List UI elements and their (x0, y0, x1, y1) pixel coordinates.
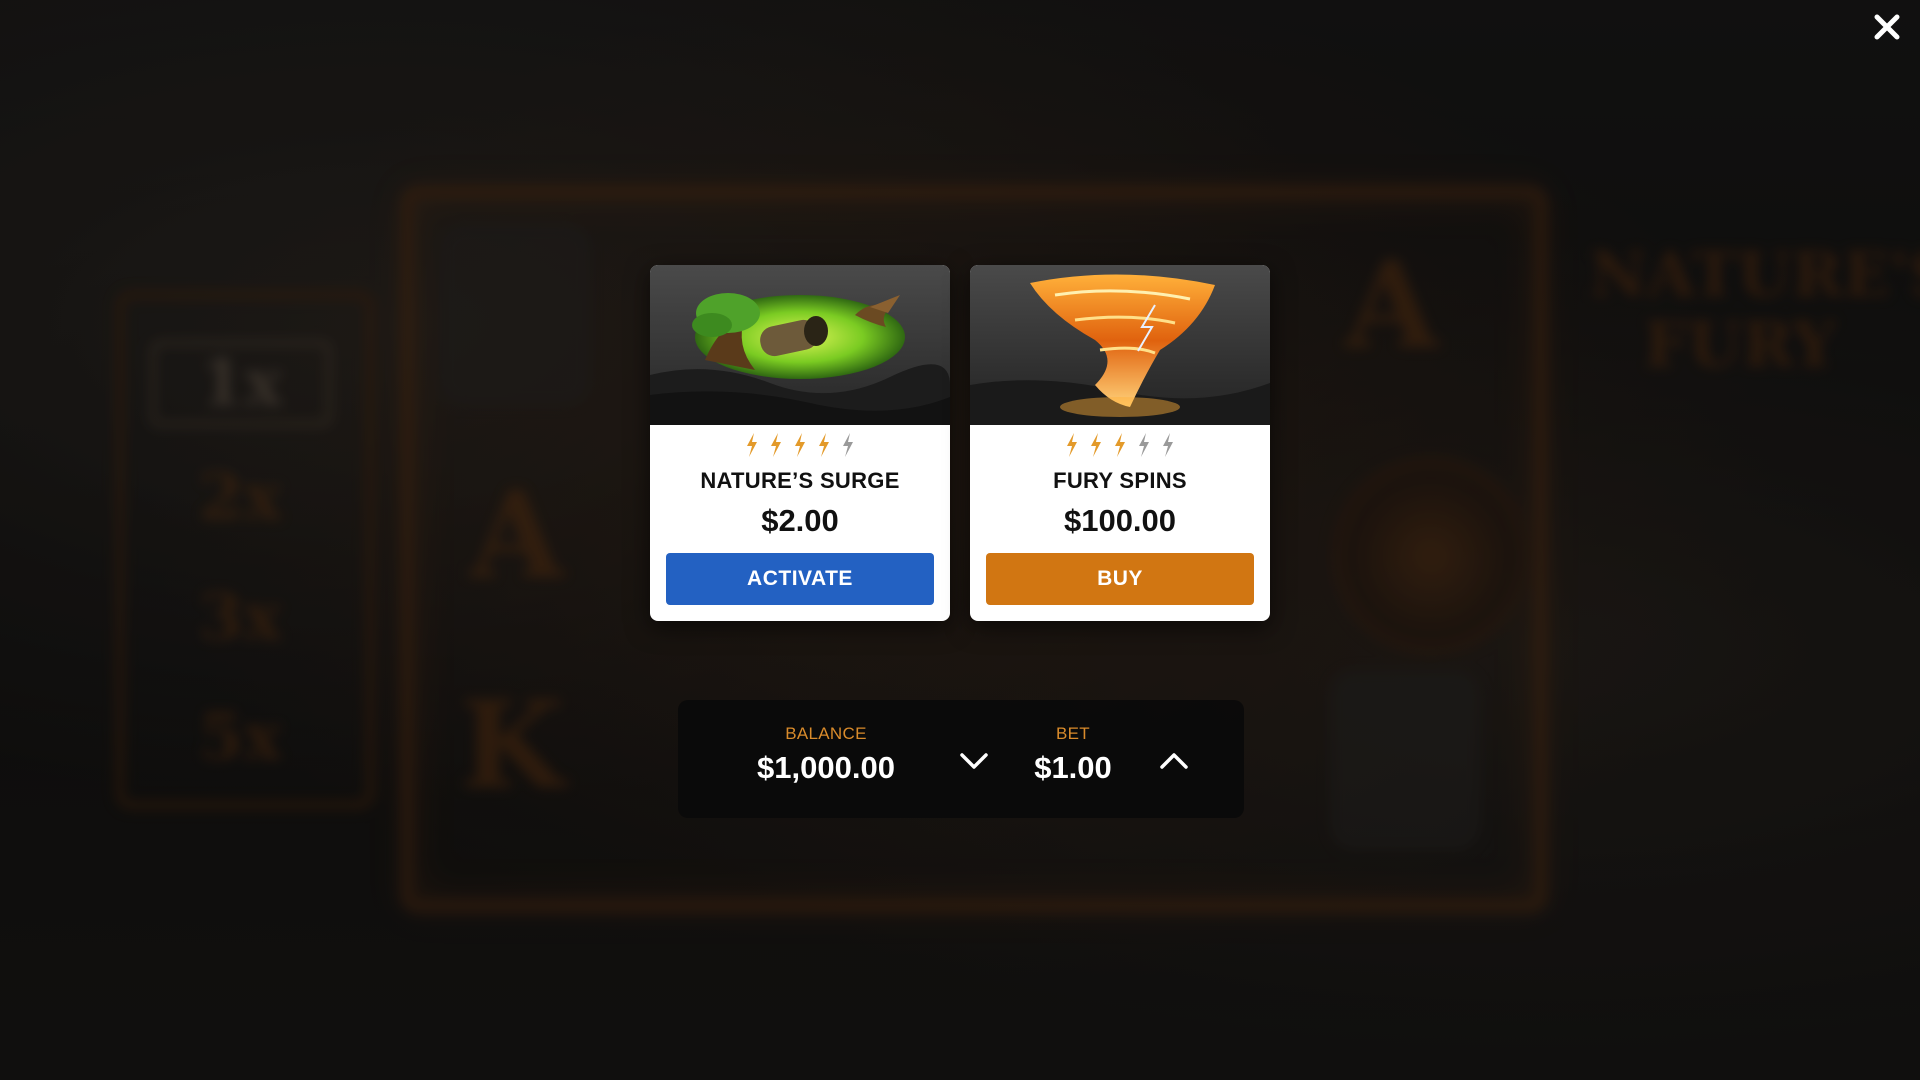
lightning-bolt-icon (1161, 433, 1175, 462)
lightning-bolt-icon (817, 433, 831, 462)
game-screen: 1x 2x 3x 5x A A K NATURE'S FURY NATURE’S… (0, 0, 1920, 1080)
lightning-bolt-icon (1113, 433, 1127, 462)
lightning-bolt-icon (745, 433, 759, 462)
lightning-bolt-icon (769, 433, 783, 462)
natures-surge-image (650, 265, 950, 425)
balance-display: BALANCE $1,000.00 (726, 724, 926, 786)
feature-card-fury-spins: FURY SPINS $100.00 BUY (970, 265, 1270, 621)
card-price: $2.00 (761, 503, 839, 538)
fury-spins-image (970, 265, 1270, 425)
bet-display: BET $1.00 (1008, 724, 1138, 786)
lightning-bolt-icon (841, 433, 855, 462)
chevron-up-icon (1160, 753, 1188, 769)
overlay-dim (0, 0, 1920, 1080)
balance-label: BALANCE (785, 724, 867, 743)
chevron-down-icon (960, 753, 988, 769)
bet-increase-button[interactable] (1156, 746, 1192, 776)
feature-card-natures-surge: NATURE’S SURGE $2.00 ACTIVATE (650, 265, 950, 621)
volatility-rating (970, 433, 1270, 459)
bet-label: BET (1056, 724, 1090, 743)
lightning-bolt-icon (1089, 433, 1103, 462)
wallet-panel: BALANCE $1,000.00 BET $1.00 (678, 700, 1244, 818)
card-title: NATURE’S SURGE (700, 468, 900, 493)
close-button[interactable] (1868, 8, 1906, 46)
close-icon (1874, 14, 1900, 40)
activate-button[interactable]: ACTIVATE (666, 553, 934, 605)
bet-value: $1.00 (1034, 750, 1112, 785)
buy-button[interactable]: BUY (986, 553, 1254, 605)
volatility-rating (650, 433, 950, 459)
lightning-bolt-icon (793, 433, 807, 462)
card-title: FURY SPINS (1053, 468, 1187, 493)
lightning-bolt-icon (1137, 433, 1151, 462)
card-price: $100.00 (1063, 503, 1177, 538)
lightning-bolt-icon (1065, 433, 1079, 462)
bet-decrease-button[interactable] (956, 746, 992, 776)
balance-value: $1,000.00 (757, 750, 895, 785)
